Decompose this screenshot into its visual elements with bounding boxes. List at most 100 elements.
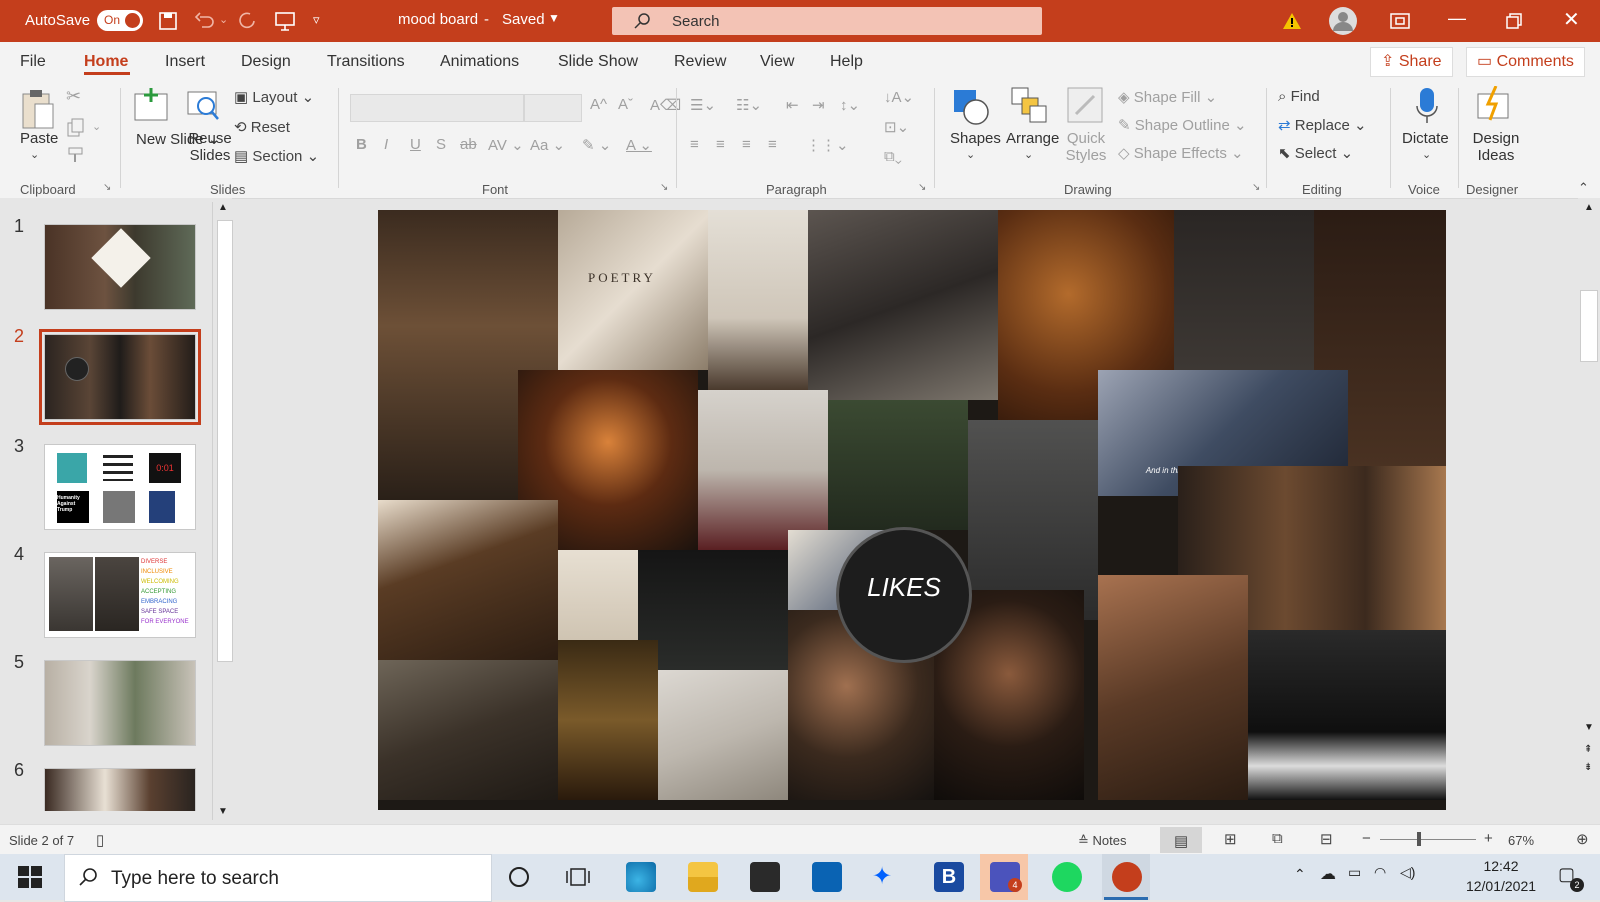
tab-help[interactable]: Help xyxy=(830,53,863,71)
bicycle-photo[interactable] xyxy=(808,210,998,400)
fit-to-window-icon[interactable]: ⊕ xyxy=(1576,830,1589,848)
quick-styles-label[interactable]: Quick Styles xyxy=(1064,130,1108,164)
likes-circle[interactable]: LIKES xyxy=(836,527,972,663)
shape-outline-button[interactable]: ✎ Shape Outline ⌄ xyxy=(1118,116,1247,134)
cafe-window-photo[interactable] xyxy=(828,400,968,530)
select-button[interactable]: ⬉ Select ⌄ xyxy=(1278,144,1353,162)
italic-button[interactable]: I xyxy=(384,136,388,153)
harp-photo[interactable] xyxy=(558,640,658,800)
undo-dropdown-icon[interactable]: ⌄ xyxy=(219,13,228,26)
reading-view-icon[interactable]: ⧉ xyxy=(1272,830,1283,847)
tab-file[interactable]: File xyxy=(20,53,46,71)
replace-button[interactable]: ⇄ Replace ⌄ xyxy=(1278,116,1367,134)
tab-review[interactable]: Review xyxy=(674,53,726,71)
increase-font-size-icon[interactable]: A^ xyxy=(590,96,607,113)
copy-dropdown-icon[interactable]: ⌄ xyxy=(92,120,101,133)
slide-thumbnail-4[interactable]: DIVERSE INCLUSIVE WELCOMING ACCEPTING EM… xyxy=(44,552,196,638)
dictate-dropdown-icon[interactable]: ⌄ xyxy=(1422,148,1431,161)
autosave-toggle[interactable]: On xyxy=(97,10,143,31)
slide-scrollbar[interactable]: ▲ ▼ ⇞ ⇟ xyxy=(1578,198,1600,824)
clock-date[interactable]: 12/01/2021 xyxy=(1464,878,1538,894)
onedrive-icon[interactable]: ☁ xyxy=(1320,864,1336,884)
task-view-icon[interactable] xyxy=(566,866,590,888)
zoom-out-button[interactable]: − xyxy=(1362,830,1371,847)
account-avatar[interactable] xyxy=(1328,6,1358,36)
align-text-icon[interactable]: ⊡⌄ xyxy=(884,118,909,136)
layout-button[interactable]: ▣ Layout ⌄ xyxy=(234,88,314,106)
convert-to-smartart-icon[interactable]: ⧉⌄ xyxy=(884,148,902,165)
normal-view-button[interactable]: ▤ xyxy=(1160,827,1202,853)
quick-styles-icon[interactable] xyxy=(1066,86,1104,126)
justify-icon[interactable]: ≡ xyxy=(768,136,777,153)
poetry-book-photo[interactable]: POETRY xyxy=(558,210,708,370)
shapes-dropdown-icon[interactable]: ⌄ xyxy=(966,148,975,161)
zoom-level[interactable]: 67% xyxy=(1508,833,1534,848)
paste-label[interactable]: Paste xyxy=(20,130,58,147)
save-status[interactable]: Saved xyxy=(502,11,545,28)
tab-insert[interactable]: Insert xyxy=(165,53,205,71)
taskbar-search-box[interactable]: Type here to search xyxy=(64,854,492,902)
font-name-dropdown[interactable] xyxy=(350,94,524,122)
shapes-label[interactable]: Shapes xyxy=(950,130,1001,147)
tab-animations[interactable]: Animations xyxy=(440,53,519,71)
character-spacing-icon[interactable]: AV ⌄ xyxy=(488,136,524,154)
store-icon[interactable] xyxy=(750,862,780,892)
tab-view[interactable]: View xyxy=(760,53,794,71)
decrease-indent-icon[interactable]: ⇤ xyxy=(786,96,799,114)
drawing-launcher-icon[interactable]: ↘ xyxy=(1252,182,1260,193)
zoom-in-button[interactable]: + xyxy=(1484,830,1493,847)
tab-slide-show[interactable]: Slide Show xyxy=(558,53,638,71)
search-box[interactable]: Search xyxy=(612,7,1042,35)
customize-toolbar-icon[interactable]: ▿ xyxy=(313,12,320,28)
increase-indent-icon[interactable]: ⇥ xyxy=(812,96,825,114)
cut-icon[interactable]: ✂ xyxy=(66,86,81,107)
new-slide-icon[interactable] xyxy=(133,88,171,124)
minimize-icon[interactable]: — xyxy=(1448,8,1466,29)
mail-icon[interactable] xyxy=(812,862,842,892)
slide-thumbnail-5[interactable] xyxy=(44,660,196,746)
scroll-thumb[interactable] xyxy=(1580,290,1598,362)
arrange-icon[interactable] xyxy=(1010,86,1048,126)
previous-slide-icon[interactable]: ⇞ xyxy=(1584,744,1592,755)
restore-icon[interactable] xyxy=(1506,13,1522,29)
bullets-icon[interactable]: ☰⌄ xyxy=(690,96,716,114)
share-button[interactable]: ⇪ Share xyxy=(1370,47,1453,77)
scroll-down-icon[interactable]: ▼ xyxy=(1584,722,1594,733)
shape-effects-button[interactable]: ◇ Shape Effects ⌄ xyxy=(1118,144,1244,162)
underline-button[interactable]: U xyxy=(410,136,421,153)
design-ideas-icon[interactable] xyxy=(1474,86,1514,126)
shadow-button[interactable]: S xyxy=(436,136,446,153)
notes-button[interactable]: ≙ Notes xyxy=(1078,833,1127,849)
align-center-icon[interactable]: ≡ xyxy=(716,136,725,153)
numbering-icon[interactable]: ☷⌄ xyxy=(736,96,762,114)
align-right-icon[interactable]: ≡ xyxy=(742,136,751,153)
clipboard-launcher-icon[interactable]: ↘ xyxy=(103,182,111,193)
strikethrough-icon[interactable]: ab xyxy=(460,136,477,153)
save-status-dropdown-icon[interactable]: ▼ xyxy=(548,11,560,25)
align-left-icon[interactable]: ≡ xyxy=(690,136,699,153)
thumbnail-scrollbar[interactable]: ▲ ▼ xyxy=(212,202,235,820)
dropbox-icon[interactable]: ✦ xyxy=(872,862,892,891)
paragraph-launcher-icon[interactable]: ↘ xyxy=(918,182,926,193)
powerpoint-icon[interactable] xyxy=(1112,862,1142,892)
decrease-font-size-icon[interactable]: Aˇ xyxy=(618,96,633,113)
windows-start-icon[interactable] xyxy=(18,866,42,888)
scroll-thumb[interactable] xyxy=(217,220,233,662)
slide-thumbnail-1[interactable] xyxy=(44,224,196,310)
slide-sorter-icon[interactable]: ⊞ xyxy=(1224,830,1237,848)
typewriter-photo[interactable] xyxy=(378,660,558,800)
reset-button[interactable]: ⟲ Reset xyxy=(234,118,290,136)
volume-icon[interactable]: ◁) xyxy=(1400,864,1415,881)
open-book-coffee-photo[interactable] xyxy=(708,210,808,390)
slide-thumbnail-2[interactable] xyxy=(39,329,201,425)
ribbon-display-options-icon[interactable] xyxy=(1390,12,1410,30)
bluebook-icon[interactable]: B xyxy=(934,862,964,892)
file-explorer-icon[interactable] xyxy=(688,862,718,892)
reuse-slides-icon[interactable] xyxy=(186,88,222,124)
section-button[interactable]: ▤ Section ⌄ xyxy=(234,147,319,165)
edge-icon[interactable] xyxy=(626,862,656,892)
arrange-label[interactable]: Arrange xyxy=(1006,130,1059,147)
gallery-hall-photo[interactable] xyxy=(378,500,558,660)
design-ideas-label[interactable]: Design Ideas xyxy=(1470,130,1522,164)
format-painter-icon[interactable] xyxy=(66,146,86,166)
